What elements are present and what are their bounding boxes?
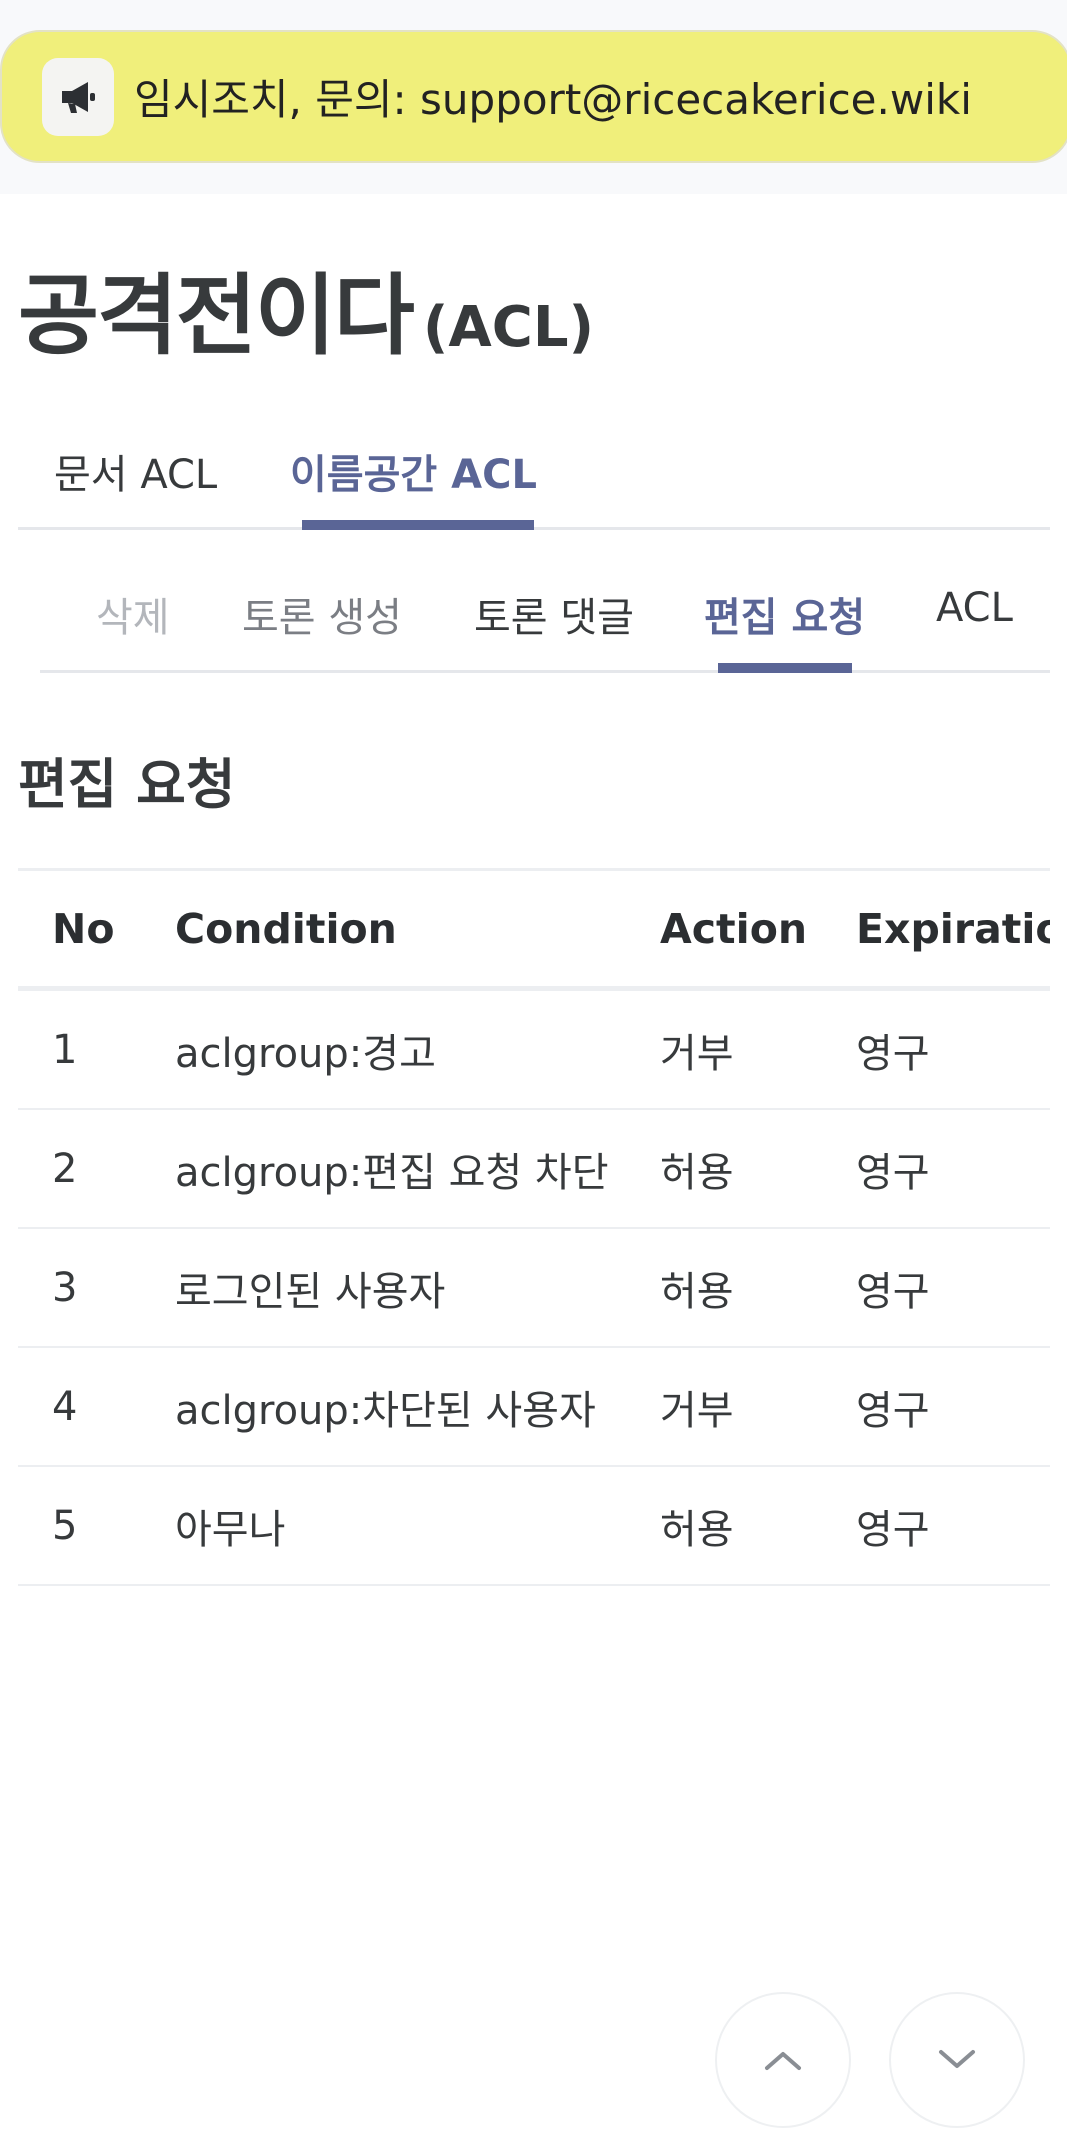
page-title: 공격전이다 (ACL)	[18, 245, 594, 372]
active-tab-indicator	[302, 520, 534, 530]
table-row: 4 aclgroup:차단된 사용자 거부 영구	[18, 1348, 1050, 1467]
notice-area: 임시조치, 문의: support@ricecakerice.wiki	[0, 0, 1067, 194]
header-expiration: Expiration	[856, 904, 1050, 953]
tab-namespace-acl[interactable]: 이름공간 ACL	[290, 442, 537, 500]
cell-expiration: 영구	[856, 1268, 930, 1315]
cell-no: 1	[52, 1026, 78, 1073]
header-condition: Condition	[175, 904, 397, 953]
tab-create-thread[interactable]: 토론 생성	[242, 585, 402, 643]
header-no: No	[52, 904, 115, 953]
tab-acl[interactable]: ACL	[936, 585, 1013, 631]
tab-delete[interactable]: 삭제	[96, 585, 170, 643]
scroll-to-bottom-button[interactable]	[889, 1992, 1025, 2128]
cell-action: 거부	[660, 1387, 734, 1434]
tab-edit-request[interactable]: 편집 요청	[704, 585, 865, 643]
table-row: 1 aclgroup:경고 거부 영구	[18, 991, 1050, 1110]
notice-text: 임시조치, 문의: support@ricecakerice.wiki	[134, 75, 972, 124]
acl-table: No Condition Action Expiration 1 aclgrou…	[18, 868, 1050, 1586]
cell-condition: aclgroup:편집 요청 차단	[175, 1149, 609, 1196]
cell-expiration: 영구	[856, 1149, 930, 1196]
chevron-up-icon	[765, 2052, 801, 2070]
cell-action: 허용	[660, 1149, 734, 1196]
table-row: 2 aclgroup:편집 요청 차단 허용 영구	[18, 1110, 1050, 1229]
chevron-down-icon	[939, 2050, 975, 2068]
cell-no: 4	[52, 1383, 78, 1430]
acl-permission-tabs: 삭제 토론 생성 토론 댓글 편집 요청 ACL	[40, 565, 1050, 673]
table-row: 5 아무나 허용 영구	[18, 1467, 1050, 1586]
tab-document-acl[interactable]: 문서 ACL	[54, 442, 217, 500]
cell-no: 3	[52, 1264, 78, 1311]
scroll-to-top-button[interactable]	[715, 1992, 851, 2128]
document-title: 공격전이다	[18, 264, 415, 367]
cell-expiration: 영구	[856, 1387, 930, 1434]
acl-type-tabs: 문서 ACL 이름공간 ACL	[18, 420, 1050, 530]
table-row: 3 로그인된 사용자 허용 영구	[18, 1229, 1050, 1348]
cell-condition: 아무나	[175, 1506, 286, 1553]
table-header-row: No Condition Action Expiration	[18, 871, 1050, 991]
title-suffix: (ACL)	[422, 295, 595, 360]
active-subtab-indicator	[718, 663, 852, 673]
section-title: 편집 요청	[18, 753, 236, 816]
cell-action: 허용	[660, 1506, 734, 1553]
cell-condition: 로그인된 사용자	[175, 1268, 446, 1315]
cell-condition: aclgroup:경고	[175, 1030, 436, 1077]
cell-condition: aclgroup:차단된 사용자	[175, 1387, 596, 1434]
cell-action: 거부	[660, 1030, 734, 1077]
tab-thread-comment[interactable]: 토론 댓글	[474, 585, 634, 643]
cell-action: 허용	[660, 1268, 734, 1315]
cell-expiration: 영구	[856, 1506, 930, 1553]
cell-expiration: 영구	[856, 1030, 930, 1077]
cell-no: 5	[52, 1502, 78, 1549]
header-action: Action	[660, 904, 808, 953]
site-notice-banner[interactable]: 임시조치, 문의: support@ricecakerice.wiki	[0, 30, 1067, 163]
cell-no: 2	[52, 1145, 78, 1192]
megaphone-icon	[42, 57, 114, 136]
